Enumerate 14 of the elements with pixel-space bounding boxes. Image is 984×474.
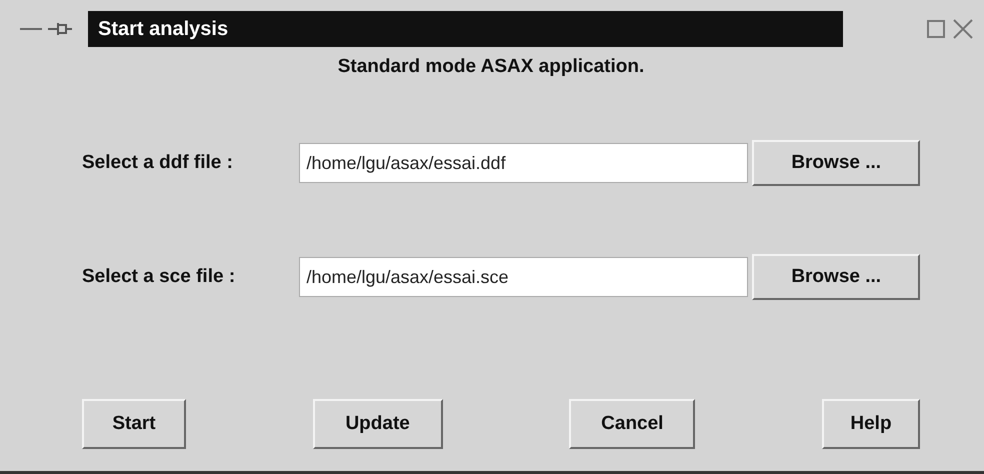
window-title: Start analysis xyxy=(88,11,843,47)
dialog-heading: Standard mode ASAX application. xyxy=(338,56,644,78)
file-path-field[interactable]: /home/lgu/asax/essai.sce xyxy=(299,257,748,297)
dialog-button[interactable]: Update xyxy=(312,399,443,449)
browse-button[interactable]: Browse ... xyxy=(752,140,920,186)
file-path-field[interactable]: /home/lgu/asax/essai.ddf xyxy=(299,143,748,183)
dialog-button[interactable]: Cancel xyxy=(569,399,696,449)
dialog-button[interactable]: Start xyxy=(82,399,186,449)
field-label: Select a ddf file : xyxy=(82,152,234,174)
browse-button[interactable]: Browse ... xyxy=(752,254,920,300)
dialog-button[interactable]: Help xyxy=(822,399,920,449)
maximize-icon[interactable] xyxy=(926,19,946,39)
close-icon[interactable] xyxy=(952,18,974,40)
field-label: Select a sce file : xyxy=(82,266,236,288)
